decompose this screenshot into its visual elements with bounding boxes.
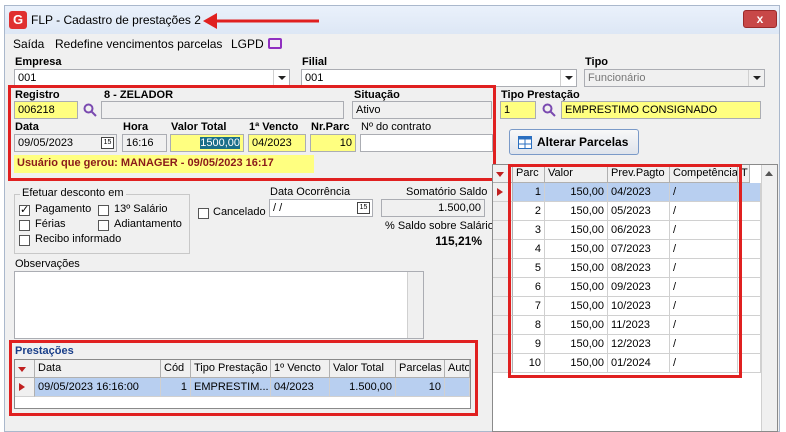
- filial-value: 001: [305, 72, 324, 84]
- pagamento-checkbox[interactable]: [19, 203, 30, 216]
- somatorio-field: 1.500,00: [381, 199, 485, 217]
- somatorio-label: Somatório Saldo: [406, 186, 488, 198]
- adiantamento-checkbox[interactable]: [98, 220, 109, 231]
- tipo-value: Funcionário: [588, 72, 646, 84]
- highlight-frame: [8, 85, 496, 181]
- tipo-label: Tipo: [585, 56, 609, 68]
- tipo-prestacao-desc: EMPRESTIMO CONSIGNADO: [561, 101, 761, 119]
- observacoes-label: Observações: [15, 258, 80, 270]
- tipo-prestacao-code[interactable]: 1: [500, 101, 536, 119]
- app-logo-icon: G: [9, 11, 27, 29]
- data-ocorrencia-value: / /: [273, 202, 283, 214]
- data-ocorrencia-input[interactable]: / / 15: [269, 199, 373, 217]
- annotation-arrow-icon: [203, 13, 319, 29]
- alterar-parcelas-label: Alterar Parcelas: [537, 135, 629, 149]
- highlight-frame: [508, 164, 742, 378]
- tipo-prestacao-label: Tipo Prestação: [501, 89, 580, 101]
- saldo-pct-field: 115,21%: [381, 232, 485, 250]
- filial-label: Filial: [302, 56, 328, 68]
- cancelado-checkbox[interactable]: [198, 208, 209, 219]
- search-icon[interactable]: [542, 103, 556, 117]
- menu-lgpd[interactable]: LGPD: [231, 37, 264, 51]
- recibo-label: Recibo informado: [35, 233, 122, 245]
- ferias-label: Férias: [35, 218, 66, 230]
- chevron-down-icon[interactable]: [273, 70, 289, 86]
- chevron-down-icon[interactable]: [560, 70, 576, 86]
- monitor-icon[interactable]: [268, 38, 282, 49]
- empresa-value: 001: [18, 72, 37, 84]
- tipo-select[interactable]: Funcionário: [584, 69, 765, 87]
- desconto-title: Efetuar desconto em: [20, 187, 126, 199]
- recibo-checkbox[interactable]: [19, 235, 30, 246]
- menu-bar: Saída Redefine vencimentos parcelas LGPD: [5, 34, 779, 54]
- observacoes-scrollbar[interactable]: [407, 272, 423, 338]
- empresa-label: Empresa: [15, 56, 62, 68]
- decimo-label: 13º Salário: [114, 203, 168, 215]
- decimo-checkbox[interactable]: [98, 205, 109, 216]
- scroll-up-icon[interactable]: [765, 171, 773, 176]
- window-title: FLP - Cadastro de prestações 2: [31, 13, 201, 27]
- data-ocorrencia-label: Data Ocorrência: [270, 186, 351, 198]
- menu-saida[interactable]: Saída: [13, 37, 44, 51]
- alterar-parcelas-button[interactable]: Alterar Parcelas: [509, 129, 639, 155]
- sort-down-icon: [496, 172, 504, 177]
- current-row-icon: [497, 188, 503, 196]
- close-button[interactable]: x: [743, 10, 777, 28]
- ferias-checkbox[interactable]: [19, 220, 30, 231]
- title-bar: G FLP - Cadastro de prestações 2 x: [5, 6, 779, 34]
- parcelas-scrollbar[interactable]: [761, 165, 777, 431]
- chevron-down-icon[interactable]: [748, 70, 764, 86]
- pagamento-label: Pagamento: [35, 203, 92, 215]
- menu-redefine-vencimentos[interactable]: Redefine vencimentos parcelas: [55, 37, 222, 51]
- main-window: G FLP - Cadastro de prestações 2 x Saída…: [4, 5, 780, 432]
- table-icon: [518, 136, 532, 149]
- observacoes-textarea[interactable]: [14, 271, 424, 339]
- calendar-icon[interactable]: 15: [357, 202, 370, 214]
- highlight-frame: [9, 340, 478, 416]
- saldo-pct-label: % Saldo sobre Salário: [385, 220, 494, 232]
- adiantamento-label: Adiantamento: [114, 218, 182, 230]
- cancelado-label: Cancelado: [213, 206, 266, 218]
